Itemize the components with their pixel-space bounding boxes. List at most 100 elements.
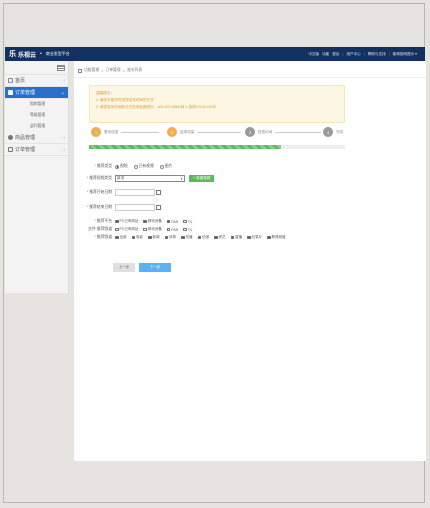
sidebar-item-product-management[interactable]: 商品管理 ‹ bbox=[5, 132, 68, 144]
checkbox-pc-2[interactable]: PC已有网站 bbox=[115, 227, 138, 232]
step-connector bbox=[275, 131, 322, 133]
divider bbox=[74, 77, 426, 78]
select-value: 新流 bbox=[117, 176, 125, 180]
notice-box: 温馨提示： 1. 操作不能同时选择发布时间的方式 2. 请您发布时间的方式在有效… bbox=[89, 85, 345, 123]
checkbox-label: 动漫 bbox=[202, 235, 209, 239]
step-number: 2 bbox=[167, 127, 177, 137]
breadcrumb-item[interactable]: 订单管理 bbox=[105, 68, 120, 73]
checkbox-channel-movie[interactable]: 电影 bbox=[131, 235, 143, 240]
nav-user-center[interactable]: 用户中心 bbox=[346, 52, 360, 57]
radio-label: 视频 bbox=[120, 164, 128, 168]
breadcrumb-item[interactable]: 功能管理 bbox=[84, 68, 99, 73]
field-label: *推荐视频类型 bbox=[82, 176, 112, 181]
field-label: 文件 推荐频道 bbox=[88, 227, 112, 231]
logo-icon: 乐 bbox=[9, 51, 16, 58]
checkbox-label: 体育 bbox=[169, 235, 176, 239]
step-connector bbox=[197, 131, 242, 133]
checkbox-pad-2[interactable]: PAD bbox=[166, 228, 178, 232]
step-3: 3 投放时间 bbox=[245, 127, 322, 137]
checkbox-mobile-2[interactable]: 移动设备 bbox=[143, 227, 162, 232]
sidebar-subitem-level[interactable]: 等级管理 bbox=[5, 110, 68, 121]
nav-news[interactable]: 新闻官网提示 ▾ bbox=[393, 52, 417, 57]
nav-language[interactable]: 中文版 bbox=[308, 52, 319, 57]
sidebar-subitem-rebate[interactable]: 返利管理 bbox=[5, 121, 68, 132]
nav-help[interactable]: 帮助与支持 bbox=[368, 52, 386, 57]
prev-step-button[interactable]: 上一步 bbox=[113, 263, 135, 272]
radio-video[interactable]: 视频 bbox=[115, 164, 128, 169]
form-row-end-date: *推荐结束日期 bbox=[82, 204, 161, 211]
form-row-start-date: *推荐开始日期 bbox=[82, 189, 161, 196]
checkbox-label: 全部 bbox=[119, 235, 127, 239]
step-label: 投放时间 bbox=[258, 129, 273, 134]
step-2: 2 选择流量 bbox=[167, 127, 242, 137]
checkbox-channel-hot[interactable]: 热播 bbox=[181, 235, 193, 240]
next-step-button[interactable]: 下一步 bbox=[139, 263, 171, 272]
chevron-left-icon: ‹ bbox=[63, 134, 65, 141]
brand-separator: • bbox=[40, 51, 42, 57]
progress-fill bbox=[89, 145, 281, 149]
platform-label: 推荐平台 bbox=[96, 219, 112, 223]
home-icon bbox=[78, 68, 82, 73]
checkbox-icon bbox=[267, 235, 271, 240]
required-mark: * bbox=[94, 164, 96, 168]
radio-icon bbox=[115, 164, 119, 169]
breadcrumb-separator: > bbox=[122, 68, 125, 73]
step-indicator: 1 基本信息 2 选择流量 3 投放时间 4 完成 bbox=[89, 127, 349, 139]
checkbox-channel-sports[interactable]: 体育 bbox=[164, 235, 176, 240]
checkbox-pc[interactable]: PC已有网站 bbox=[115, 219, 138, 224]
checkbox-icon bbox=[166, 219, 171, 224]
sidebar: 首页 ‹ 订单管理 ⌄ 购物管理 等级管理 返利管理 商品管理 ‹ 订单管理 ‹ bbox=[5, 61, 69, 293]
nav-logout[interactable]: 退出 bbox=[332, 52, 339, 57]
checkbox-icon bbox=[143, 219, 147, 224]
checkbox-icon bbox=[148, 235, 152, 240]
checkbox-tv[interactable]: TV bbox=[183, 220, 192, 224]
brand[interactable]: 乐 乐视云 • 商业发型平台 bbox=[9, 49, 70, 59]
sidebar-item-order-management-2[interactable]: 订单管理 ‹ bbox=[5, 144, 68, 156]
step-connector bbox=[121, 131, 160, 133]
start-date-input[interactable] bbox=[115, 189, 161, 196]
checkbox-label: TV bbox=[187, 227, 193, 232]
form-row-video: *推荐视频类型 新流 ▼ + 新建视频 bbox=[82, 175, 215, 182]
notice-line: 1. 操作不能同时选择发布时间的方式 bbox=[96, 98, 154, 102]
video-select[interactable]: 新流 ▼ bbox=[115, 175, 185, 182]
nav-function[interactable]: 功能 bbox=[322, 52, 329, 57]
checkbox-icon bbox=[197, 235, 201, 240]
end-date-input[interactable] bbox=[115, 204, 161, 211]
checkbox-channel-live[interactable]: 直播 bbox=[230, 235, 242, 240]
checkbox-label: TV bbox=[187, 219, 193, 224]
sidebar-subitem-purchase[interactable]: 购物管理 bbox=[5, 99, 68, 110]
calendar-icon[interactable] bbox=[156, 190, 161, 195]
checkbox-channel-education[interactable]: 教育频道 bbox=[267, 235, 286, 240]
radio-existing-video[interactable]: 已有视频 bbox=[133, 164, 154, 169]
form-row-channel-platform: 文件 推荐频道 PC已有网站 移动设备 PAD TV bbox=[82, 227, 197, 232]
sidebar-item-order-management[interactable]: 订单管理 ⌄ bbox=[5, 87, 68, 99]
step-number: 3 bbox=[245, 127, 255, 137]
radio-image[interactable]: 图片 bbox=[159, 164, 172, 169]
checkbox-channel-news[interactable]: 新闻 bbox=[148, 235, 160, 240]
checkbox-tv-2[interactable]: TV bbox=[183, 228, 192, 232]
checkbox-mobile[interactable]: 移动设备 bbox=[143, 219, 162, 224]
home-icon bbox=[8, 78, 13, 83]
checkbox-pad[interactable]: PAD bbox=[166, 219, 178, 224]
document-icon bbox=[8, 90, 13, 95]
step-label: 完成 bbox=[336, 129, 344, 134]
calendar-icon[interactable] bbox=[156, 205, 161, 210]
checkbox-icon bbox=[115, 219, 119, 224]
progress-bar bbox=[89, 145, 345, 149]
menu-toggle-icon[interactable] bbox=[57, 64, 65, 71]
checkbox-icon bbox=[115, 235, 119, 240]
checkbox-channel-variety[interactable]: 综艺 bbox=[214, 235, 226, 240]
checkbox-label: 电影 bbox=[136, 235, 143, 239]
form-row-type: *推荐类型 视频 已有视频 图片 bbox=[82, 164, 178, 169]
checkbox-icon bbox=[247, 235, 251, 240]
checkbox-label: 纪录片 bbox=[251, 235, 263, 239]
sidebar-item-home[interactable]: 首页 ‹ bbox=[5, 75, 68, 87]
nav-divider: | bbox=[363, 52, 365, 56]
checkbox-channel-anime[interactable]: 动漫 bbox=[197, 235, 209, 240]
checkbox-label: 移动设备 bbox=[147, 227, 162, 231]
checkbox-channel-documentary[interactable]: 纪录片 bbox=[247, 235, 262, 240]
checkbox-channel-all[interactable]: 全部 bbox=[115, 235, 127, 240]
add-video-button[interactable]: + 新建视频 bbox=[189, 175, 215, 182]
required-mark: * bbox=[86, 176, 89, 180]
checkbox-label: 直播 bbox=[235, 235, 242, 239]
